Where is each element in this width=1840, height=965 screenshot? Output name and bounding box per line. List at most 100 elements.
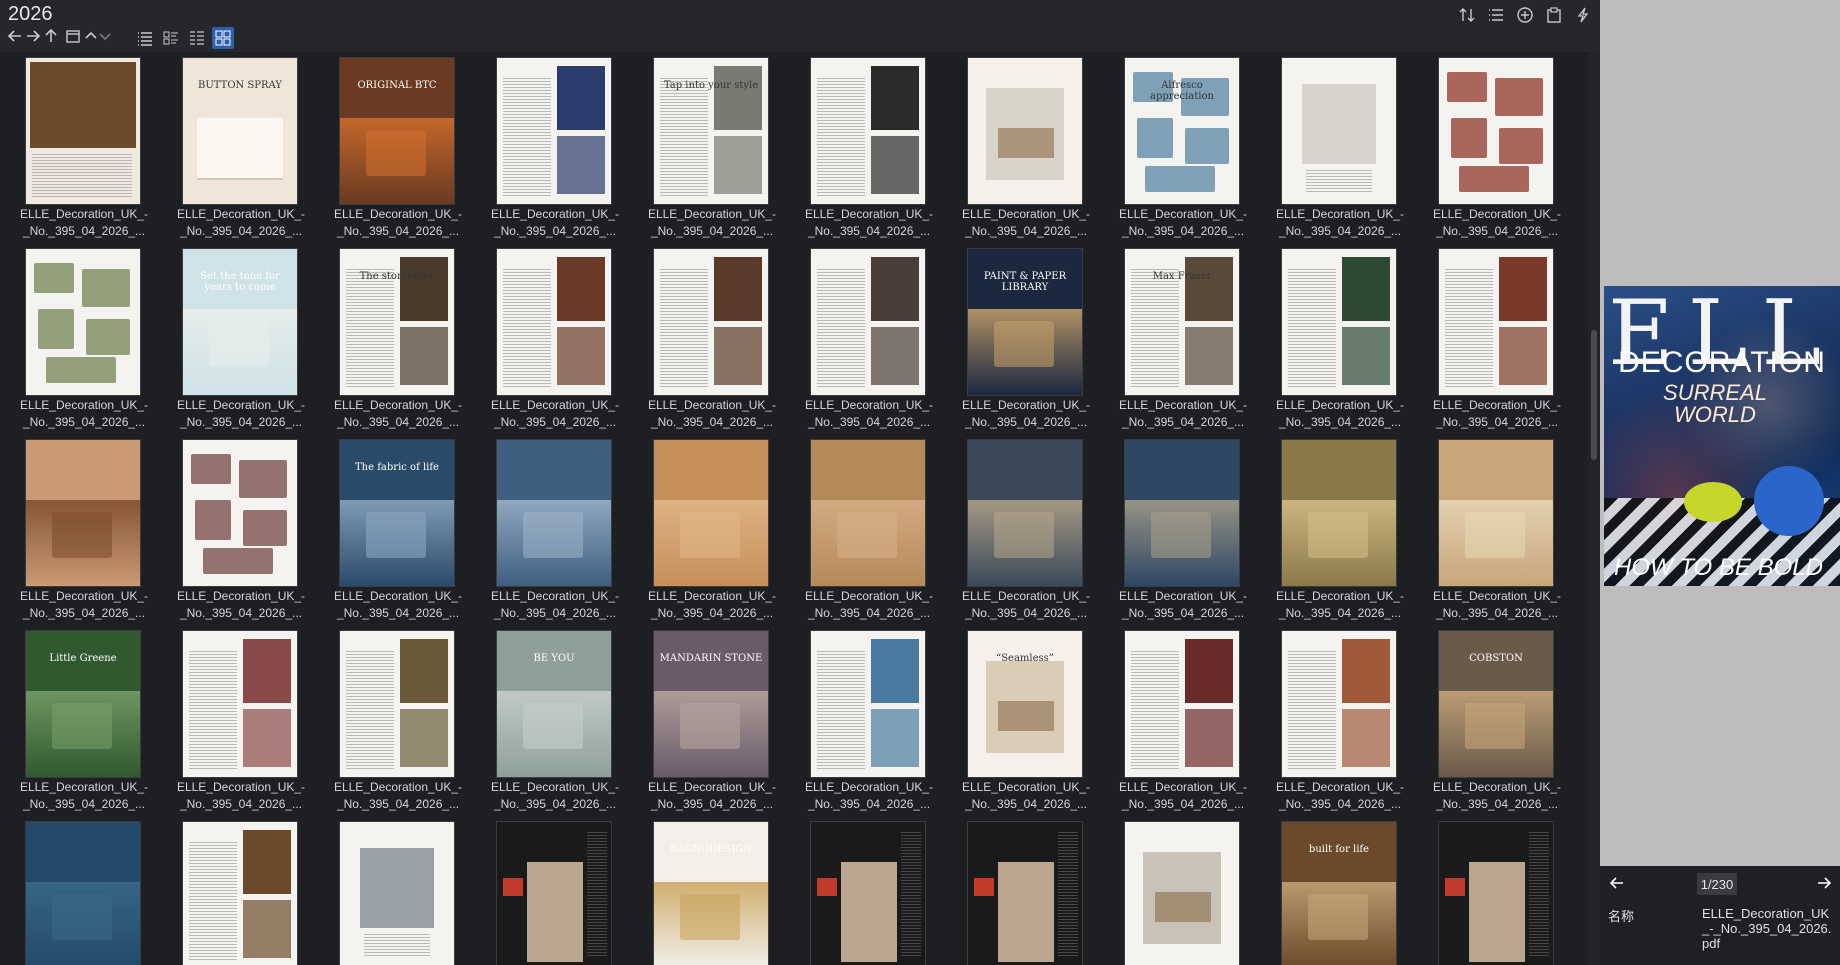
cover-bottom-text: HOW TO BE BOLD <box>1614 554 1823 581</box>
file-thumbnail[interactable]: The storyteller ELLE_Decoration_UK_- _No._… <box>323 243 473 429</box>
page-preview-image <box>1282 249 1396 395</box>
file-name-line: _No._395_04_2026_... <box>179 415 303 429</box>
add-circle-icon[interactable] <box>1514 4 1536 26</box>
file-thumbnail[interactable]: ELLE_Decoration_UK_-_No._395_04_2026_... <box>480 816 630 965</box>
file-thumbnail[interactable]: ELLE_Decoration_UK_-_No._395_04_2026_... <box>1265 52 1415 238</box>
file-name-line: _No._395_04_2026_... <box>1435 415 1559 429</box>
previous-page-icon[interactable] <box>1605 871 1629 895</box>
lightning-icon[interactable] <box>1572 4 1594 26</box>
page-preview-image: Tap into your style <box>654 58 768 204</box>
file-thumbnail[interactable]: ELLE_Decoration_UK_-_No._395_04_2026_... <box>794 243 944 429</box>
file-name-line: _No._395_04_2026_... <box>1435 224 1559 238</box>
file-thumbnail[interactable]: ELLE_Decoration_UK_-_No._395_04_2026_... <box>1265 434 1415 620</box>
file-thumbnail[interactable]: Tap into your style ELLE_Decoration_UK_- _… <box>637 52 787 238</box>
file-thumbnail[interactable]: Alfresco appreciation ELLE_Decoration_UK_… <box>1108 52 1258 238</box>
file-name-label: ELLE_Decoration_UK_- _No._395_04_2026_... <box>166 206 316 240</box>
file-thumbnail[interactable]: ELLE_Decoration_UK_-_No._395_04_2026_... <box>794 816 944 965</box>
file-thumbnail[interactable]: ELLE_Decoration_UK_-_No._395_04_2026_... <box>637 243 787 429</box>
page-preview-image: BUTTON SPRAY <box>183 58 297 204</box>
file-thumbnail[interactable]: Little Greene ELLE_Decoration_UK_- _No._39… <box>9 625 159 811</box>
scrollbar-thumb[interactable] <box>1591 330 1597 460</box>
file-name-line: _No._395_04_2026_... <box>1278 224 1402 238</box>
file-thumbnail[interactable]: ELLE_Decoration_UK_-_No._395_04_2026_... <box>951 816 1101 965</box>
file-thumbnail[interactable]: ELLE_Decoration_UK_-_No._395_04_2026_... <box>1108 434 1258 620</box>
file-thumbnail[interactable]: BUTTON SPRAY ELLE_Decoration_UK_- _No._395… <box>166 52 316 238</box>
grid-view-icon[interactable] <box>212 27 234 49</box>
file-name-line: ELLE_Decoration_UK_- <box>961 398 1091 412</box>
file-name-line: ELLE_Decoration_UK_- <box>804 589 934 603</box>
file-thumbnail[interactable]: ELLE_Decoration_UK_-_No._395_04_2026_... <box>166 625 316 811</box>
page-preview-image <box>497 58 611 204</box>
file-thumbnail[interactable]: ELLE_Decoration_UK_-_No._395_04_2026_... <box>1422 434 1572 620</box>
file-thumbnail[interactable]: ELLE_Decoration_UK_-_No._395_04_2026_... <box>794 52 944 238</box>
file-thumbnail[interactable]: ELLE_Decoration_UK_-_No._395_04_2026_... <box>9 434 159 620</box>
file-thumbnail[interactable]: ELLE_Decoration_UK_-_No._395_04_2026_... <box>480 434 630 620</box>
file-name-line: _No._395_04_2026_... <box>22 797 146 811</box>
file-thumbnail[interactable]: ELLE_Decoration_UK_-_No._395_04_2026_... <box>1265 243 1415 429</box>
file-thumbnail[interactable]: ORIGINAL BTC ELLE_Decoration_UK_- _No._395… <box>323 52 473 238</box>
detail-view-icon[interactable] <box>160 27 182 49</box>
file-thumbnail[interactable]: ELLE_Decoration_UK_-_No._395_04_2026_... <box>637 434 787 620</box>
file-name-line: ELLE_Decoration_UK_- <box>333 207 463 221</box>
file-thumbnail[interactable]: ELLE_Decoration_UK_-_No._395_04_2026_... <box>480 52 630 238</box>
file-thumbnail[interactable]: The fabric of life ELLE_Decoration_UK_- _N… <box>323 434 473 620</box>
file-name-label: ELLE_Decoration_UK_- _No._395_04_2026_... <box>1265 397 1415 431</box>
list-view-icon[interactable] <box>134 27 156 49</box>
file-name-label: ELLE_Decoration_UK_- _No._395_04_2026_... <box>323 397 473 431</box>
page-preview-image <box>26 822 140 965</box>
file-thumbnail[interactable]: ELLE_Decoration_UK_-_No._395_04_2026_... <box>1422 52 1572 238</box>
page-preview-image: Little Greene <box>26 631 140 777</box>
file-thumbnail[interactable]: COBSTON ELLE_Decoration_UK_- _No._395_04_2… <box>1422 625 1572 811</box>
file-thumbnail[interactable]: ELLE_Decoration_UK_-_No._395_04_2026_... <box>9 243 159 429</box>
file-name-line: ELLE_Decoration_UK_- <box>1118 207 1248 221</box>
clipboard-icon[interactable] <box>1543 4 1565 26</box>
file-thumbnail[interactable]: ELLE_Decoration_UK_-_No._395_04_2026_... <box>1108 816 1258 965</box>
file-name-line: ELLE_Decoration_UK_- <box>176 398 306 412</box>
file-thumbnail[interactable]: ELLE_Decoration_UK_-_No._395_04_2026_... <box>794 625 944 811</box>
menu-list-icon[interactable] <box>1485 4 1507 26</box>
file-name-label: ELLE_Decoration_UK_- _No._395_04_2026_... <box>794 206 944 240</box>
file-thumbnail[interactable]: ELLE_Decoration_UK_-_No._395_04_2026_... <box>480 243 630 429</box>
file-name-label: ELLE_Decoration_UK_- _No._395_04_2026_... <box>9 397 159 431</box>
file-thumbnail[interactable]: BAGNODESIGNELLE_Decoration_UK_-_No._395_… <box>637 816 787 965</box>
file-name-line: _No._395_04_2026_... <box>1435 797 1559 811</box>
file-thumbnail[interactable]: ELLE_Decoration_UK_-_No._395_04_2026_... <box>323 816 473 965</box>
file-name-label: ELLE_Decoration_UK_- _No._395_04_2026_... <box>480 779 630 813</box>
scrollbar-track[interactable] <box>1588 52 1600 965</box>
arrow-up-icon[interactable] <box>40 25 62 47</box>
file-name-line: ELLE_Decoration_UK_- <box>1432 398 1562 412</box>
file-thumbnail[interactable]: MANDARIN STONE ELLE_Decoration_UK_- _No._3… <box>637 625 787 811</box>
compact-list-icon[interactable] <box>186 27 208 49</box>
file-name-line: ELLE_Decoration_UK_- <box>490 780 620 794</box>
file-name-line: _No._395_04_2026_... <box>807 415 931 429</box>
file-thumbnail[interactable]: ELLE_Decoration_UK_-_No._395_04_2026_... <box>9 52 159 238</box>
file-name-label: ELLE_Decoration_UK_- _No._395_04_2026_... <box>951 588 1101 622</box>
file-thumbnail[interactable]: ELLE_Decoration_UK_-_No._395_04_2026_... <box>166 816 316 965</box>
file-thumbnail[interactable]: ELLE_Decoration_UK_-_No._395_04_2026_... <box>794 434 944 620</box>
thumbnail-caption: “Seamless” <box>996 653 1054 664</box>
next-page-icon[interactable] <box>1812 871 1836 895</box>
file-thumbnail[interactable]: ELLE_Decoration_UK_-_No._395_04_2026_... <box>951 52 1101 238</box>
file-thumbnail[interactable]: ELLE_Decoration_UK_-_No._395_04_2026_... <box>1265 625 1415 811</box>
file-name-line: ELLE_Decoration_UK_- <box>1275 589 1405 603</box>
file-thumbnail[interactable]: Max Fraser ELLE_Decoration_UK_- _No._395_0… <box>1108 243 1258 429</box>
file-thumbnail[interactable]: ELLE_Decoration_UK_-_No._395_04_2026_... <box>9 816 159 965</box>
file-thumbnail[interactable]: ELLE_Decoration_UK_-_No._395_04_2026_... <box>1108 625 1258 811</box>
file-name-label: ELLE_Decoration_UK_- _No._395_04_2026_... <box>9 206 159 240</box>
file-thumbnail[interactable]: BE YOU ELLE_Decoration_UK_- _No._395_04_20… <box>480 625 630 811</box>
file-thumbnail[interactable]: ELLE_Decoration_UK_-_No._395_04_2026_... <box>323 625 473 811</box>
file-thumbnail[interactable]: built for lifeELLE_Decoration_UK_-_No._3… <box>1265 816 1415 965</box>
thumbnail-caption: BAGNODESIGN <box>669 844 753 855</box>
chevron-down-icon[interactable] <box>94 25 116 47</box>
file-thumbnail[interactable]: “Seamless” ELLE_Decoration_UK_- _No._395_0… <box>951 625 1101 811</box>
page-preview-image <box>1439 440 1553 586</box>
file-thumbnail[interactable]: ELLE_Decoration_UK_- _No._395_04_2026_... <box>1422 243 1572 429</box>
file-thumbnail[interactable]: ELLE_Decoration_UK_-_No._395_04_2026_... <box>1422 816 1572 965</box>
file-thumbnail[interactable]: ELLE_Decoration_UK_-_No._395_04_2026_... <box>166 434 316 620</box>
file-thumbnail[interactable]: PAINT & PAPER LIBRARY ELLE_Decoration_UK_… <box>951 243 1101 429</box>
file-name-line: _No._395_04_2026_... <box>22 415 146 429</box>
file-name-line: ELLE_Decoration_UK_- <box>647 207 777 221</box>
file-thumbnail[interactable]: Set the tone for years to come ELLE_Decor… <box>166 243 316 429</box>
file-thumbnail[interactable]: ELLE_Decoration_UK_-_No._395_04_2026_... <box>951 434 1101 620</box>
sort-icon[interactable] <box>1456 4 1478 26</box>
